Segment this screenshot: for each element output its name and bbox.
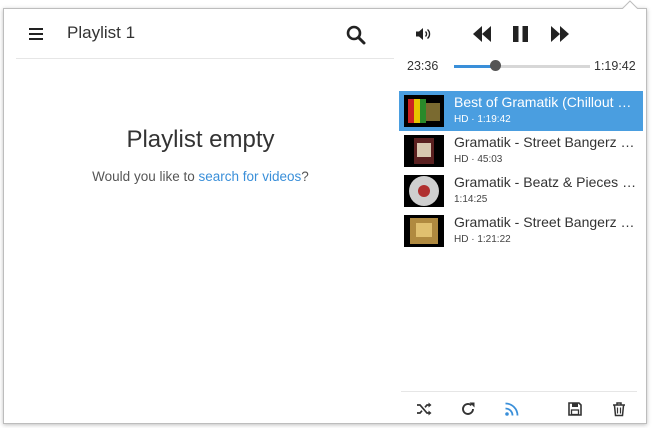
popup-window: Playlist 1 Playlist empty Would you like… xyxy=(3,8,647,424)
empty-message-prefix: Would you like to xyxy=(92,169,199,184)
video-meta: HD · 45:03 xyxy=(454,154,503,165)
current-time: 23:36 xyxy=(407,59,439,73)
next-icon[interactable] xyxy=(550,25,570,43)
video-meta: 1:14:25 xyxy=(454,194,488,205)
video-thumbnail xyxy=(404,175,444,207)
video-list: Best of Gramatik (Chillout Mix) HD · 1:1… xyxy=(399,91,643,251)
video-meta: HD · 1:21:22 xyxy=(454,234,511,245)
video-thumbnail xyxy=(404,215,444,247)
trash-icon[interactable] xyxy=(611,401,627,417)
popup-arrow xyxy=(622,0,638,9)
search-videos-link[interactable]: search for videos xyxy=(198,169,301,184)
volume-icon[interactable] xyxy=(415,27,431,41)
video-title: Gramatik - Street Bangerz Volume 4 xyxy=(454,214,641,230)
playlist-header: Playlist 1 xyxy=(16,9,394,59)
hamburger-menu-icon[interactable] xyxy=(29,28,43,40)
total-time: 1:19:42 xyxy=(594,59,636,73)
pause-icon[interactable] xyxy=(512,25,529,43)
seek-bar[interactable] xyxy=(454,60,590,71)
video-item[interactable]: Gramatik - Street Bangerz Volume 3 HD · … xyxy=(399,131,643,171)
seek-bar-handle[interactable] xyxy=(489,60,501,71)
video-item[interactable]: Gramatik - Beatz & Pieces Vol. 1 1:14:25 xyxy=(399,171,643,211)
playlist-panel: Playlist 1 Playlist empty Would you like… xyxy=(4,9,397,423)
repeat-icon[interactable] xyxy=(460,401,476,417)
player-panel: 23:36 1:19:42 Best of Gramatik (Chillout… xyxy=(397,9,646,423)
previous-icon[interactable] xyxy=(472,25,492,43)
playlist-title[interactable]: Playlist 1 xyxy=(67,23,135,43)
video-meta: HD · 1:19:42 xyxy=(454,114,511,125)
video-item[interactable]: Best of Gramatik (Chillout Mix) HD · 1:1… xyxy=(399,91,643,131)
video-title: Gramatik - Beatz & Pieces Vol. 1 xyxy=(454,174,641,190)
search-icon[interactable] xyxy=(346,25,366,45)
player-toolbar xyxy=(401,391,637,426)
save-icon[interactable] xyxy=(567,401,583,417)
empty-playlist-title: Playlist empty xyxy=(126,126,275,153)
video-thumbnail xyxy=(404,95,444,127)
seek-bar-progress xyxy=(454,65,495,68)
rss-icon[interactable] xyxy=(504,401,520,417)
empty-message-suffix: ? xyxy=(301,169,309,184)
video-title: Gramatik - Street Bangerz Volume 3 xyxy=(454,134,641,150)
video-item[interactable]: Gramatik - Street Bangerz Volume 4 HD · … xyxy=(399,211,643,251)
video-thumbnail xyxy=(404,135,444,167)
shuffle-icon[interactable] xyxy=(416,401,432,417)
video-title: Best of Gramatik (Chillout Mix) xyxy=(454,94,641,110)
empty-playlist-message: Would you like to search for videos? xyxy=(4,169,397,184)
